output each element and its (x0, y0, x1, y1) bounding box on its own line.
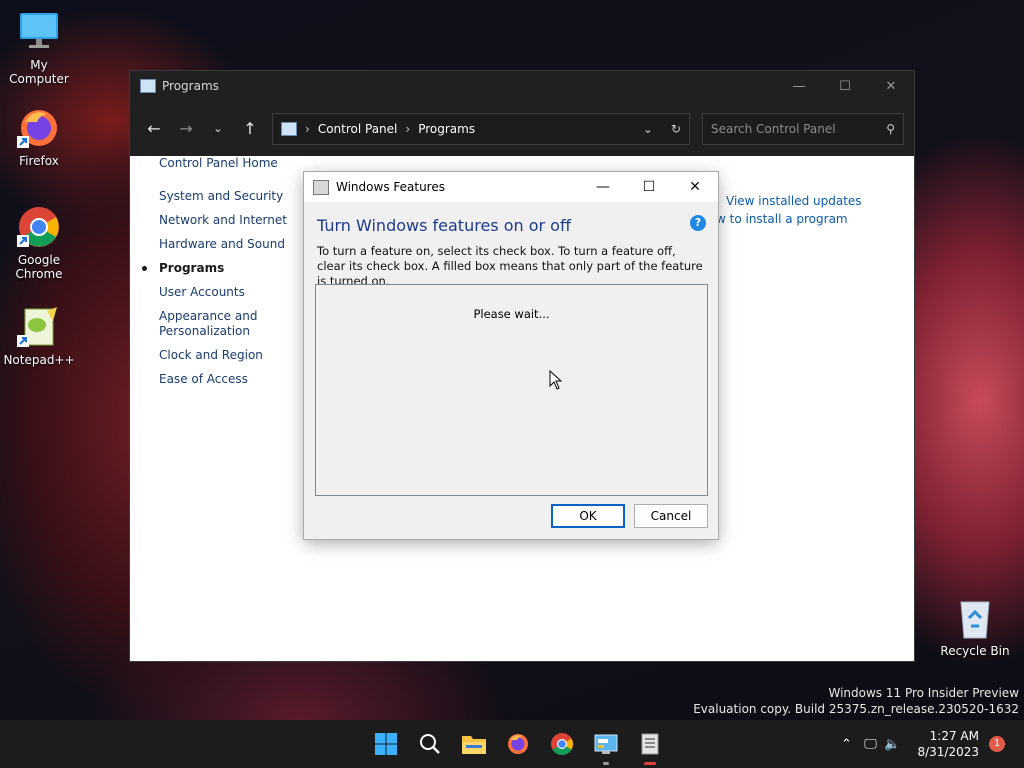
taskbar: ⌃ 🖵 🔈 1:27 AM 8/31/2023 1 (0, 720, 1024, 768)
breadcrumb-separator-icon: › (305, 121, 310, 136)
dialog-close-button[interactable]: ✕ (672, 179, 718, 195)
taskbar-firefox[interactable] (496, 722, 540, 766)
features-list[interactable]: Please wait... (315, 284, 708, 496)
sidebar-item-control-panel-home[interactable]: Control Panel Home (130, 156, 290, 171)
system-tray: ⌃ 🖵 🔈 1:27 AM 8/31/2023 1 (833, 720, 1024, 768)
chrome-icon (551, 733, 573, 755)
windows-features-dialog: Windows Features — ☐ ✕ Turn Windows feat… (304, 172, 718, 539)
watermark-line-1: Windows 11 Pro Insider Preview (828, 686, 1019, 700)
programs-links: View installed updates w to install a pr… (716, 194, 862, 230)
desktop-icon-label: Firefox (19, 154, 59, 168)
forward-arrow-icon[interactable]: → (170, 119, 202, 138)
sidebar-item-ease-of-access[interactable]: Ease of Access (130, 372, 290, 387)
desktop-icon-chrome[interactable]: Google Chrome (1, 205, 77, 281)
refresh-icon[interactable]: ↻ (671, 122, 681, 136)
how-to-install-link[interactable]: w to install a program (716, 212, 862, 226)
up-arrow-icon[interactable]: ↑ (234, 119, 266, 138)
taskbar-file-explorer[interactable] (452, 722, 496, 766)
desktop-icon-label: Google Chrome (15, 253, 63, 281)
dialog-minimize-button[interactable]: — (580, 179, 626, 195)
sidebar-item-clock-region[interactable]: Clock and Region (130, 348, 290, 363)
sidebar-item-network-internet[interactable]: Network and Internet (130, 213, 290, 228)
dialog-maximize-button[interactable]: ☐ (626, 179, 672, 195)
recycle-bin-icon (957, 596, 993, 640)
breadcrumb-programs[interactable]: Programs (418, 122, 475, 136)
sidebar: Control Panel Home System and Security N… (130, 156, 290, 396)
desktop-icon-recycle-bin[interactable]: Recycle Bin (938, 596, 1012, 658)
recycle-bin-label: Recycle Bin (940, 644, 1010, 658)
volume-icon[interactable]: 🔈 (881, 737, 903, 752)
control-panel-icon (594, 734, 618, 754)
sidebar-item-hardware-sound[interactable]: Hardware and Sound (130, 237, 290, 252)
dialog-description: To turn a feature on, select its check b… (317, 244, 703, 288)
address-bar[interactable]: › Control Panel › Programs ⌄ ↻ (272, 112, 690, 145)
recent-locations-chevron-icon[interactable]: ⌄ (202, 122, 234, 135)
breadcrumb-control-panel[interactable]: Control Panel (318, 122, 398, 136)
taskbar-apps (364, 720, 672, 768)
cancel-button[interactable]: Cancel (634, 504, 708, 528)
loading-status: Please wait... (473, 307, 550, 321)
desktop-icon-my-computer[interactable]: My Computer (1, 10, 77, 86)
show-hidden-icons-chevron-icon[interactable]: ⌃ (833, 737, 859, 752)
windows-features-icon (313, 179, 329, 195)
search-icon (420, 734, 440, 754)
desktop-icon-firefox[interactable]: Firefox (1, 106, 77, 168)
dialog-title-bar: Windows Features — ☐ ✕ (304, 172, 718, 202)
dialog-heading: Turn Windows features on or off (317, 216, 571, 235)
clock-date: 8/31/2023 (917, 745, 979, 759)
taskbar-search-button[interactable] (408, 722, 452, 766)
folder-icon (462, 736, 486, 754)
view-installed-updates-link[interactable]: View installed updates (726, 194, 862, 208)
navigation-bar: ← → ⌄ ↑ › Control Panel › Programs ⌄ ↻ S… (130, 101, 914, 156)
desktop-icon-notepadpp[interactable]: Notepad++ (1, 305, 77, 367)
minimize-button[interactable]: — (776, 79, 822, 94)
sidebar-item-programs[interactable]: Programs (130, 261, 290, 276)
close-button[interactable]: ✕ (868, 79, 914, 94)
windows-features-icon (641, 733, 659, 755)
windows-logo-icon (375, 733, 397, 755)
window-title: Programs (162, 79, 219, 93)
taskbar-windows-features[interactable] (628, 722, 672, 766)
taskbar-control-panel[interactable] (584, 722, 628, 766)
ok-button[interactable]: OK (551, 504, 625, 528)
address-dropdown-icon[interactable]: ⌄ (643, 122, 653, 136)
breadcrumb-separator-icon: › (405, 121, 411, 136)
clock[interactable]: 1:27 AM 8/31/2023 (903, 728, 989, 760)
search-input[interactable]: Search Control Panel ⚲ (702, 112, 904, 145)
notepadpp-icon (17, 305, 61, 349)
search-icon[interactable]: ⚲ (886, 122, 895, 136)
help-icon[interactable]: ? (690, 215, 706, 231)
firefox-icon (508, 734, 528, 754)
computer-icon (17, 10, 61, 54)
window-title-bar: Programs — ☐ ✕ (130, 71, 914, 101)
sidebar-item-appearance[interactable]: Appearance and Personalization (130, 309, 259, 339)
search-placeholder: Search Control Panel (711, 121, 836, 136)
chrome-icon (17, 205, 61, 249)
firefox-icon (17, 106, 61, 150)
evaluation-watermark: Windows 11 Pro Insider Preview Evaluatio… (693, 685, 1019, 717)
control-panel-icon (281, 121, 297, 136)
notification-badge[interactable]: 1 (989, 736, 1005, 752)
maximize-button[interactable]: ☐ (822, 79, 868, 94)
sidebar-item-system-security[interactable]: System and Security (130, 189, 290, 204)
desktop-icon-label: Notepad++ (3, 353, 75, 367)
watermark-line-2: Evaluation copy. Build 25375.zn_release.… (693, 702, 1019, 716)
control-panel-icon (140, 79, 156, 93)
desktop-icon-label: My Computer (9, 58, 69, 86)
clock-time: 1:27 AM (929, 729, 979, 743)
start-button[interactable] (364, 722, 408, 766)
network-icon[interactable]: 🖵 (859, 737, 881, 752)
dialog-title: Windows Features (336, 180, 445, 194)
sidebar-item-user-accounts[interactable]: User Accounts (130, 285, 290, 300)
back-arrow-icon[interactable]: ← (138, 119, 170, 138)
taskbar-chrome[interactable] (540, 722, 584, 766)
